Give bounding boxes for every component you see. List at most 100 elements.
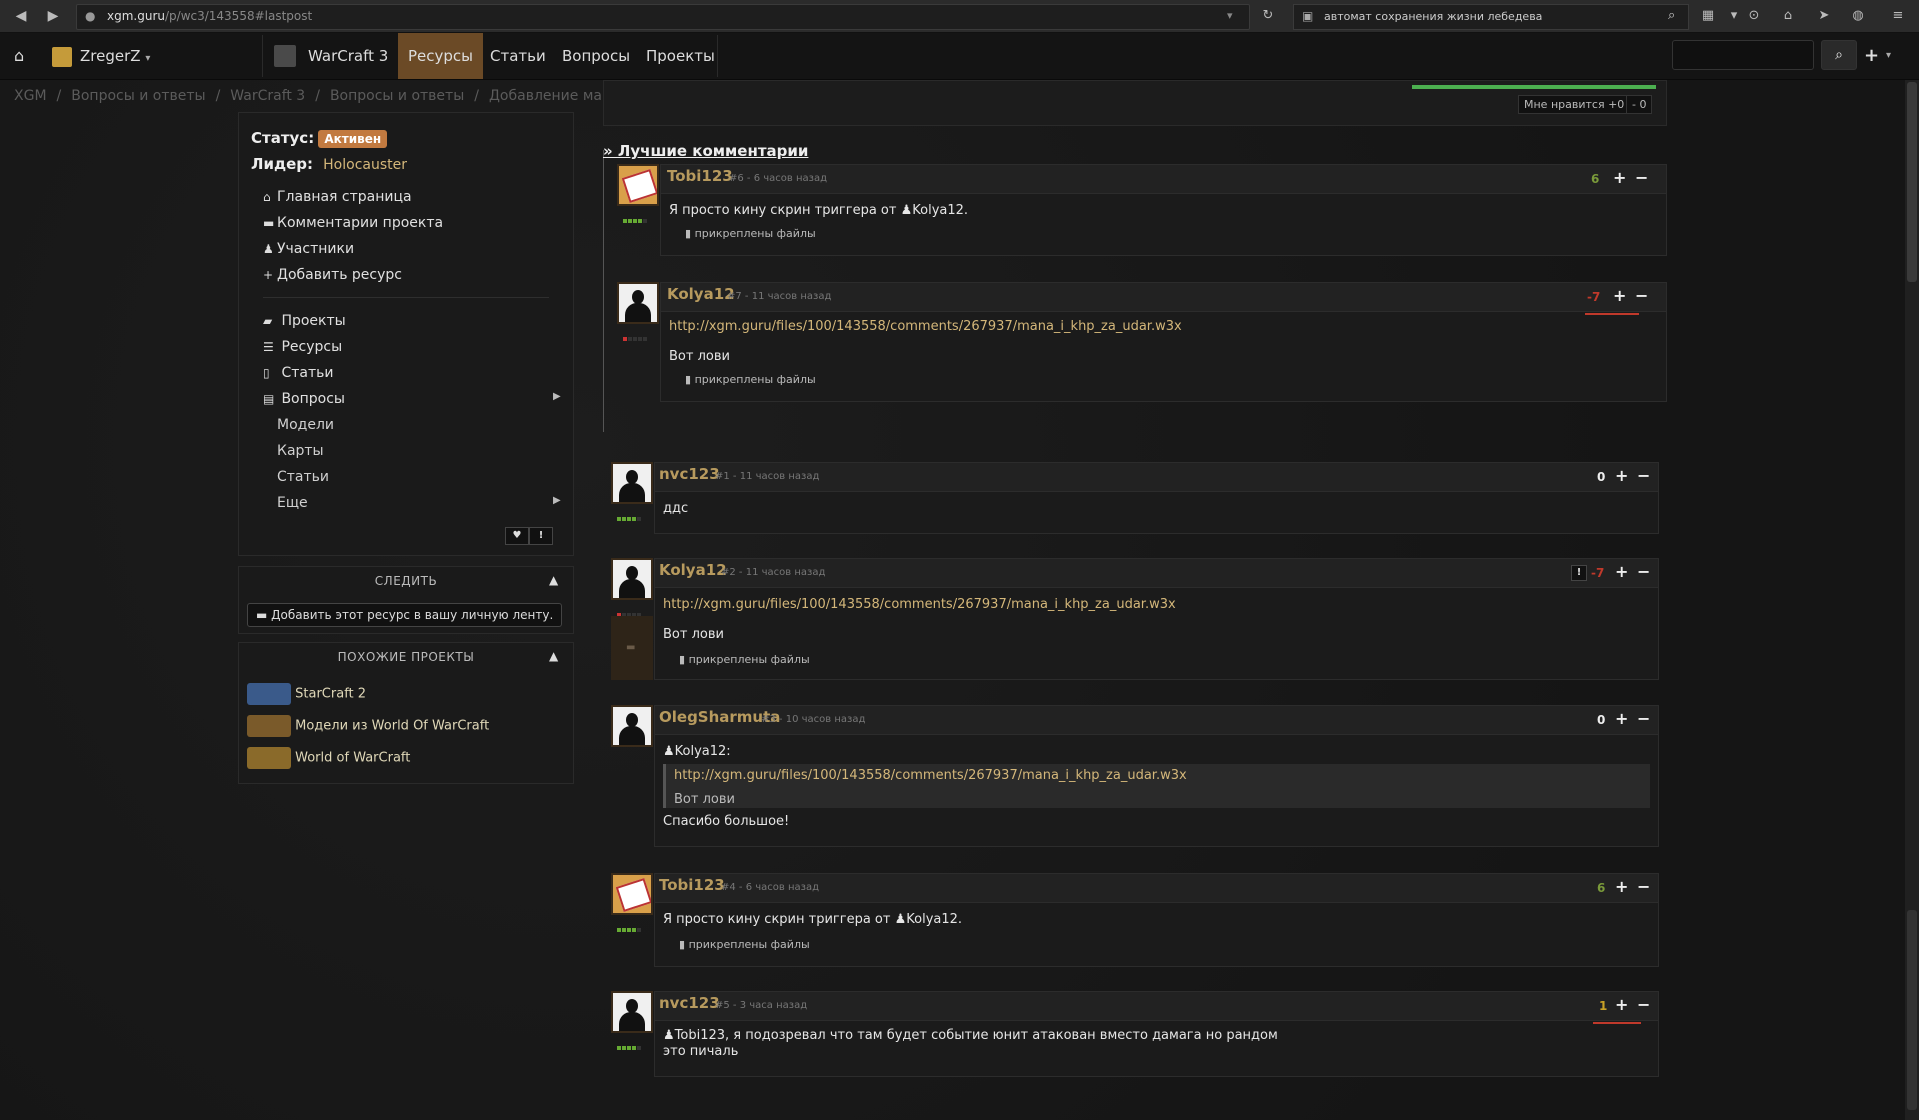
sidebar-item-add-resource[interactable]: + Добавить ресурс <box>263 267 402 283</box>
sidebar-item-members[interactable]: ♟ Участники <box>263 241 354 257</box>
home-icon[interactable]: ⌂ <box>14 33 24 79</box>
downvote-icon[interactable]: − <box>1637 709 1650 728</box>
sidebar-item-projects[interactable]: ▰ Проекты <box>263 313 346 329</box>
attachments-link[interactable]: ▮ прикреплены файлы <box>685 373 816 386</box>
avatar[interactable] <box>611 462 653 504</box>
browser-search-input[interactable]: ▣ автомат сохранения жизни лебедева ⌕ <box>1293 4 1689 30</box>
send-icon[interactable]: ➤ <box>1814 6 1834 26</box>
downvote-icon[interactable]: − <box>1635 286 1648 305</box>
avatar[interactable] <box>611 873 653 915</box>
sidebar-subitem-maps[interactable]: Карты <box>277 443 324 459</box>
dropdown-icon[interactable]: ▾ <box>1227 9 1233 22</box>
upvote-icon[interactable]: + <box>1613 286 1626 305</box>
menu-icon[interactable]: ≡ <box>1888 6 1908 26</box>
nav-questions[interactable]: Вопросы <box>562 33 630 79</box>
comment-author[interactable]: Kolya12 <box>659 561 727 579</box>
mention-link[interactable]: Kolya12. <box>912 203 968 218</box>
sidebar-subitem-more[interactable]: Еще <box>277 495 308 511</box>
address-bar[interactable]: ● xgm.guru/p/wc3/143558#lastpost ▾ <box>76 4 1250 30</box>
upvote-icon[interactable]: + <box>1615 466 1628 485</box>
upvote-icon[interactable]: + <box>1615 995 1628 1014</box>
search-button[interactable]: ⌕ <box>1821 40 1857 70</box>
comment-meta[interactable]: #7 - 11 часов назад <box>727 291 831 302</box>
similar-panel-header[interactable]: ПОХОЖИЕ ПРОЕКТЫ <box>239 643 573 671</box>
similar-project-item[interactable]: StarCraft 2 <box>247 683 366 705</box>
comment-author[interactable]: Tobi123 <box>667 167 733 185</box>
sidebar-item-comments[interactable]: ▬ Комментарии проекта <box>263 215 443 231</box>
file-link[interactable]: http://xgm.guru/files/100/143558/comment… <box>669 319 1182 334</box>
upvote-icon[interactable]: + <box>1613 168 1626 187</box>
downvote-icon[interactable]: − <box>1637 995 1650 1014</box>
comment-meta[interactable]: #2 - 11 часов назад <box>721 567 825 578</box>
sidebar-item-questions[interactable]: ▤ Вопросы <box>263 391 345 407</box>
chevron-right-icon[interactable]: ▶ <box>553 495 561 506</box>
downvote-icon[interactable]: − <box>1637 562 1650 581</box>
downvote-icon[interactable]: − <box>1635 168 1648 187</box>
attachments-link[interactable]: ▮ прикреплены файлы <box>679 938 810 951</box>
comment-meta[interactable]: #3 - 10 часов назад <box>761 714 865 725</box>
section-title[interactable]: WarCraft 3 <box>308 33 388 79</box>
nav-resources[interactable]: Ресурсы <box>398 33 484 79</box>
downvote-icon[interactable]: − <box>1637 466 1650 485</box>
comment-author[interactable]: nvc123 <box>659 465 720 483</box>
sidebar-item-resources[interactable]: ☰ Ресурсы <box>263 339 342 355</box>
file-link[interactable]: http://xgm.guru/files/100/143558/comment… <box>674 768 1187 783</box>
avatar[interactable] <box>617 282 659 324</box>
report-button[interactable]: ! <box>1571 565 1587 581</box>
sidebar-subitem-models[interactable]: Модели <box>277 417 334 433</box>
comment-meta[interactable]: #5 - 3 часа назад <box>715 1000 807 1011</box>
sidebar-item-articles[interactable]: ▯ Статьи <box>263 365 333 381</box>
comment-meta[interactable]: #4 - 6 часов назад <box>721 882 819 893</box>
like-button[interactable]: Мне нравится +0 <box>1518 95 1631 114</box>
upvote-icon[interactable]: + <box>1615 709 1628 728</box>
comment-author[interactable]: Tobi123 <box>659 876 725 894</box>
comment-meta[interactable]: #1 - 11 часов назад <box>715 471 819 482</box>
follow-button[interactable]: ▬ Добавить этот ресурс в вашу личную лен… <box>247 603 563 627</box>
scrollbar-thumb-secondary[interactable] <box>1907 910 1917 1110</box>
back-icon[interactable]: ◀ <box>8 4 34 28</box>
avatar[interactable] <box>611 558 653 600</box>
breadcrumb-item[interactable]: Вопросы и ответы <box>330 88 464 104</box>
file-link[interactable]: http://xgm.guru/files/100/143558/comment… <box>663 597 1176 612</box>
chevron-down-icon[interactable]: ▾ <box>1886 33 1891 79</box>
avatar[interactable] <box>617 164 659 206</box>
attachments-link[interactable]: ▮ прикреплены файлы <box>679 653 810 666</box>
forward-icon[interactable]: ▶ <box>40 4 66 28</box>
upvote-icon[interactable]: + <box>1615 562 1628 581</box>
mention-link[interactable]: Tobi123, <box>675 1028 730 1043</box>
chevron-up-icon[interactable]: ▲ <box>549 573 558 587</box>
reload-icon[interactable]: ↻ <box>1258 6 1278 26</box>
avatar[interactable] <box>611 991 653 1033</box>
chevron-right-icon[interactable]: ▶ <box>553 391 561 402</box>
avatar[interactable] <box>611 705 653 747</box>
similar-project-item[interactable]: World of WarCraft <box>247 747 410 769</box>
downloads-icon[interactable]: ⊙ <box>1744 6 1764 26</box>
breadcrumb-item[interactable]: Вопросы и ответы <box>71 88 205 104</box>
dislike-button[interactable]: - 0 <box>1626 95 1653 114</box>
similar-project-item[interactable]: Модели из World Of WarCraft <box>247 715 489 737</box>
comment-meta[interactable]: #6 - 6 часов назад <box>729 173 827 184</box>
sidebar-item-home[interactable]: ⌂ Главная страница <box>263 189 412 205</box>
nav-projects[interactable]: Проекты <box>646 33 715 79</box>
breadcrumb-item[interactable]: WarCraft 3 <box>230 88 305 104</box>
globe-menu-icon[interactable]: ◍ <box>1848 6 1868 26</box>
bookmarks-icon[interactable]: ▦ <box>1698 6 1718 26</box>
chevron-up-icon[interactable]: ▲ <box>549 649 558 663</box>
heart-icon[interactable]: ♥ <box>505 527 529 545</box>
downvote-icon[interactable]: − <box>1637 877 1650 896</box>
search-icon[interactable]: ⌕ <box>1668 8 1675 23</box>
home-icon[interactable]: ⌂ <box>1778 6 1798 26</box>
report-icon[interactable]: ! <box>529 527 553 545</box>
breadcrumb-item[interactable]: XGM <box>14 88 47 104</box>
attachments-link[interactable]: ▮ прикреплены файлы <box>685 227 816 240</box>
mention-link[interactable]: Kolya12. <box>906 912 962 927</box>
site-search-input[interactable] <box>1672 40 1814 70</box>
comment-author[interactable]: Kolya12 <box>667 285 735 303</box>
sidebar-subitem-articles[interactable]: Статьи <box>277 469 329 485</box>
follow-panel-header[interactable]: СЛЕДИТЬ <box>239 567 573 595</box>
user-menu[interactable]: ZregerZ ▾ <box>80 33 150 79</box>
bookmark-menu-icon[interactable]: ▾ <box>1724 6 1744 26</box>
scrollbar-thumb[interactable] <box>1907 82 1917 282</box>
comment-author[interactable]: nvc123 <box>659 994 720 1012</box>
best-comments-title[interactable]: » Лучшие комментарии <box>603 142 808 160</box>
